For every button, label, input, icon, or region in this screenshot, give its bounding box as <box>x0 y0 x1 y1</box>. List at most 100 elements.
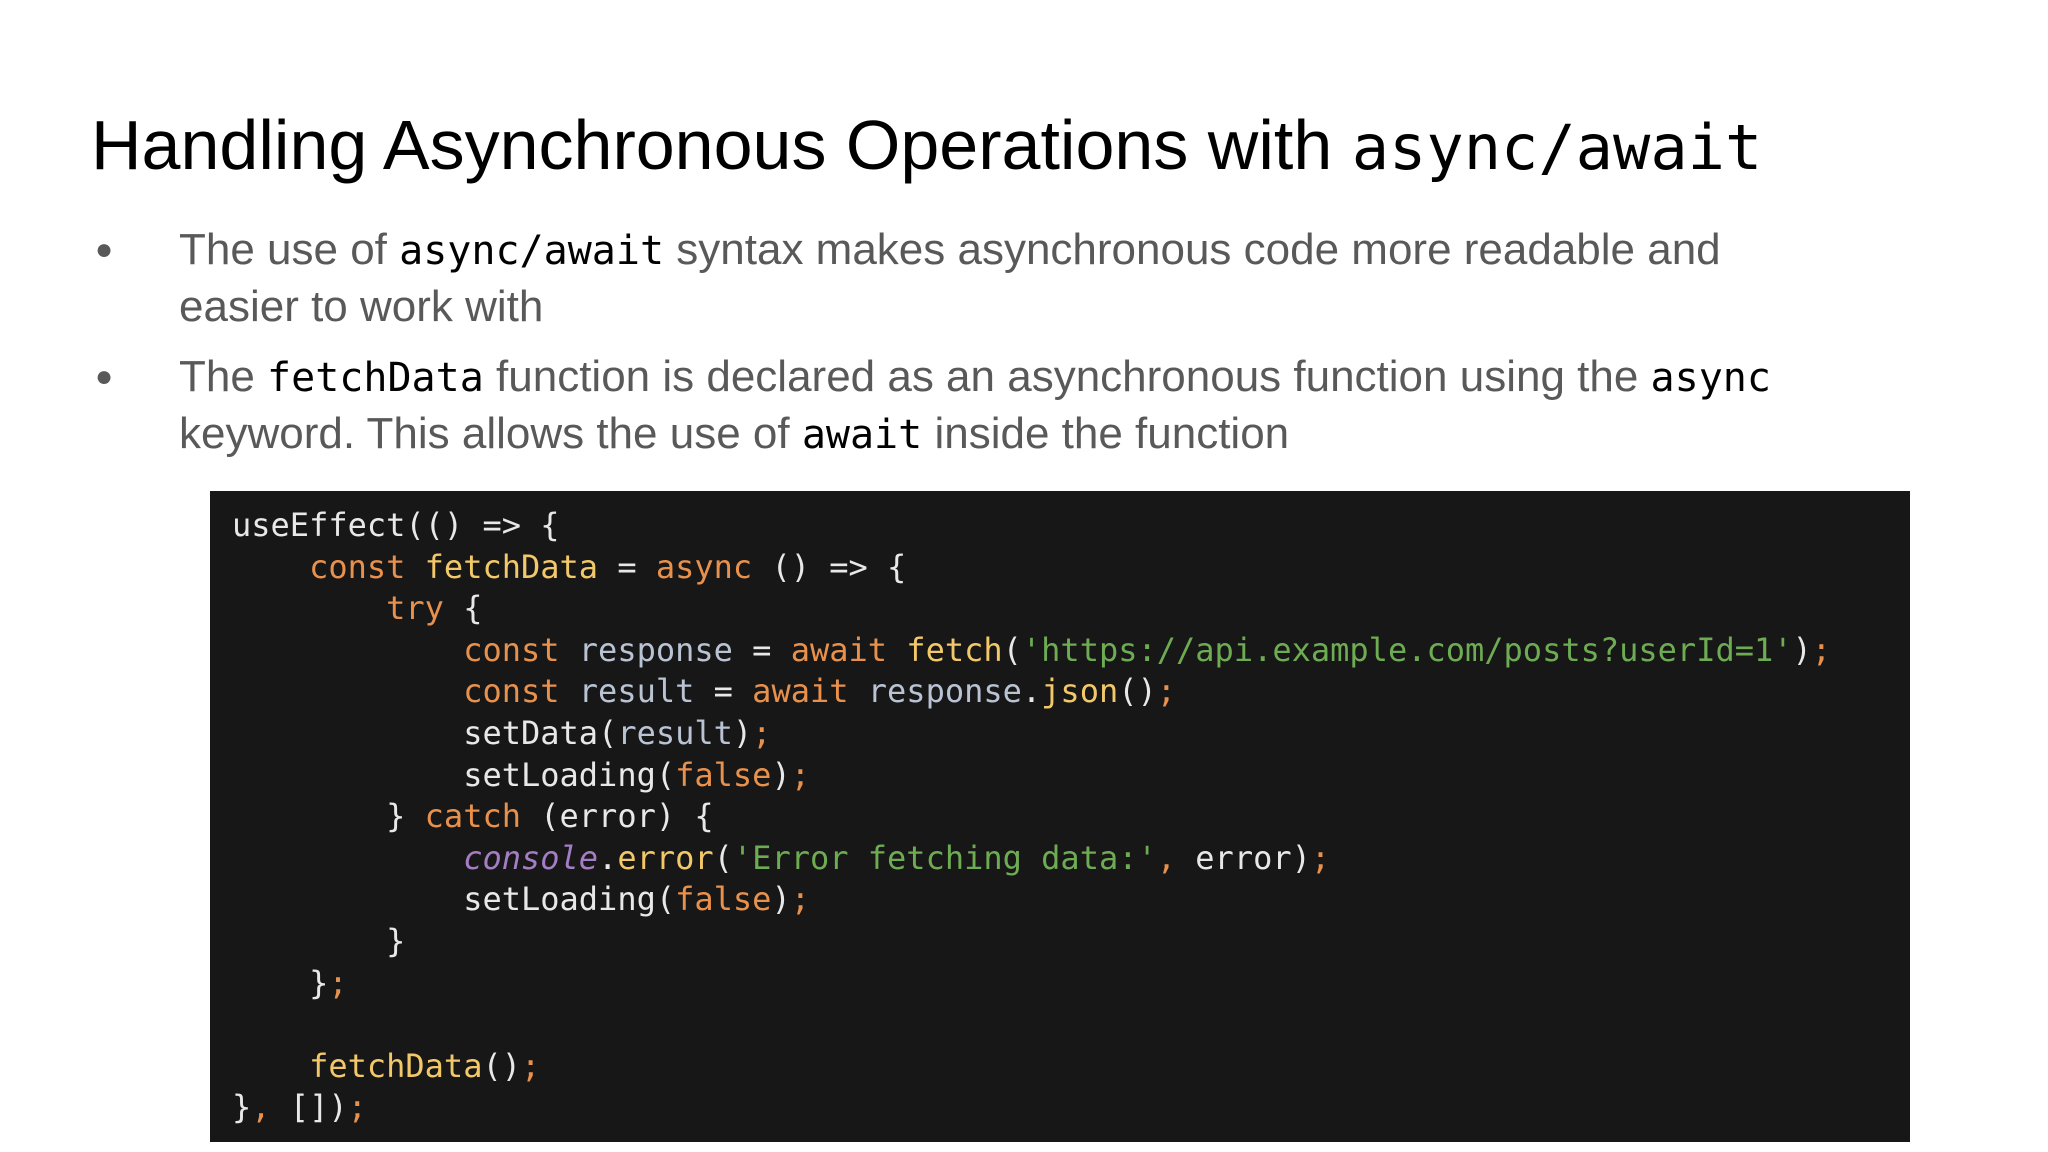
code-token: json <box>1041 672 1119 711</box>
code-token: ) <box>771 755 791 794</box>
bullet-list: ● The use of async/await syntax makes asy… <box>91 222 1771 477</box>
code-line: const response = await fetch('https://ap… <box>232 630 1910 672</box>
code-token: ( <box>1002 630 1022 669</box>
code-token: ) <box>771 880 791 919</box>
bullet-marker: ● <box>95 360 114 393</box>
code-token: (error) { <box>520 797 714 836</box>
code-token: } <box>232 921 406 960</box>
code-token: result <box>617 713 733 752</box>
code-line: setLoading(false); <box>232 755 1910 797</box>
code-token: } <box>232 963 329 1002</box>
code-token: async <box>655 547 753 586</box>
code-token: []) <box>270 1088 348 1127</box>
code-token: , <box>251 1088 271 1127</box>
code-line: useEffect(() => { <box>232 505 1910 547</box>
code-token: ( <box>713 838 733 877</box>
bullet-code: await <box>801 412 923 458</box>
code-token: false <box>675 880 772 919</box>
code-token: setLoading( <box>232 755 676 794</box>
code-token: ) <box>1792 630 1812 669</box>
code-token: ; <box>347 1088 367 1127</box>
code-token: () => { <box>752 547 907 586</box>
title-code: async/await <box>1351 111 1763 184</box>
code-token: ; <box>790 755 810 794</box>
code-token: response <box>578 630 733 669</box>
code-token: ; <box>1811 630 1832 669</box>
code-token: { <box>443 589 483 628</box>
code-line: const result = await response.json(); <box>232 671 1910 713</box>
code-line: } <box>232 921 1910 963</box>
code-token: await <box>752 672 849 711</box>
bullet-code: fetchData <box>267 355 484 401</box>
code-token: setLoading( <box>232 880 676 919</box>
code-line: setLoading(false); <box>232 879 1910 921</box>
code-token: catch <box>424 797 521 836</box>
code-token: const <box>463 630 560 669</box>
bullet-item: ● The use of async/await syntax makes asy… <box>91 222 1771 335</box>
code-token: () <box>482 1046 521 1085</box>
code-token: = <box>732 630 791 669</box>
code-line: console.error('Error fetching data:', er… <box>232 838 1910 880</box>
code-token: . <box>598 838 618 877</box>
code-token: ; <box>328 963 348 1002</box>
code-token: . <box>1021 672 1042 711</box>
code-token: ) <box>732 713 753 752</box>
code-token: ; <box>790 880 810 919</box>
code-token: 'Error fetching data:' <box>732 838 1157 877</box>
code-token: = <box>694 672 753 711</box>
bullet-text: The use of <box>179 225 400 274</box>
code-line: } catch (error) { <box>232 796 1910 838</box>
code-content: useEffect(() => { const fetchData = asyn… <box>232 505 1910 1129</box>
code-line: try { <box>232 588 1910 630</box>
bullet-code: async <box>1650 355 1771 401</box>
code-token: ; <box>752 713 772 752</box>
code-token: ; <box>1310 838 1331 877</box>
code-token: , <box>1156 838 1177 877</box>
code-token: 'https://api.example.com/posts?userId=1' <box>1021 630 1793 669</box>
bullet-item: ● The fetchData function is declared as a… <box>91 349 1771 463</box>
code-line: }, []); <box>232 1087 1910 1129</box>
bullet-text: keyword. This allows the use of <box>179 409 802 458</box>
code-token: await <box>790 630 888 669</box>
code-token: useEffect(() => { <box>232 506 560 544</box>
code-token: fetchData <box>424 547 599 586</box>
code-token: error <box>617 838 714 877</box>
code-token: const <box>463 672 560 711</box>
code-token: console <box>463 838 599 877</box>
code-token: result <box>578 672 695 711</box>
code-token: () <box>1118 672 1157 711</box>
code-token: response <box>867 672 1022 711</box>
code-token: } <box>232 797 425 836</box>
slide: Handling Asynchronous Operations with as… <box>0 0 2048 1152</box>
slide-title: Handling Asynchronous Operations with as… <box>91 100 1762 193</box>
code-token: fetchData <box>309 1046 483 1085</box>
code-token: const <box>309 547 406 586</box>
code-line: setData(result); <box>232 713 1910 755</box>
bullet-code: async/await <box>399 228 665 274</box>
code-token: } <box>232 1088 252 1127</box>
code-token: error) <box>1176 838 1311 877</box>
code-token: fetch <box>906 630 1003 669</box>
code-token: ; <box>1156 672 1177 711</box>
code-line: fetchData(); <box>232 1046 1910 1088</box>
code-block: useEffect(() => { const fetchData = asyn… <box>210 491 1910 1142</box>
code-token: = <box>598 547 656 586</box>
bullet-text: inside the function <box>922 409 1290 458</box>
bullet-text: The <box>179 352 268 401</box>
code-token: setData( <box>232 713 618 752</box>
bullet-text: function is declared as an asynchronous … <box>483 352 1651 401</box>
code-token: false <box>675 755 772 794</box>
code-line: const fetchData = async () => { <box>232 547 1910 589</box>
bullet-marker: ● <box>95 233 114 266</box>
code-token: ; <box>520 1046 541 1085</box>
